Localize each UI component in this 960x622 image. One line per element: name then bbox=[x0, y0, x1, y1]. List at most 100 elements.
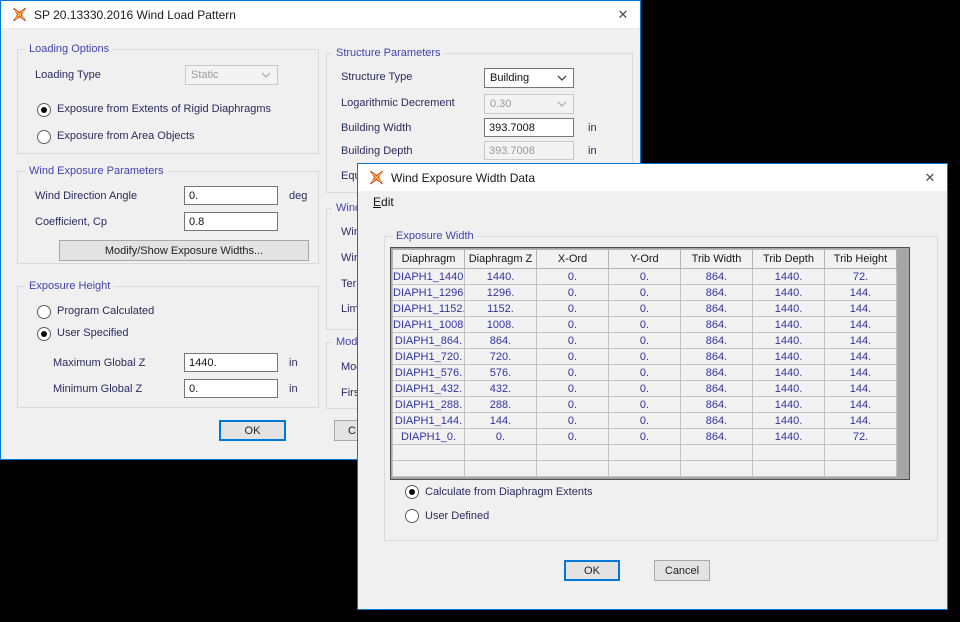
table-cell[interactable]: DIAPH1_432. bbox=[393, 381, 465, 397]
table-cell[interactable]: 1440. bbox=[753, 381, 825, 397]
radio-user-specified[interactable] bbox=[37, 327, 51, 341]
table-cell[interactable] bbox=[465, 461, 537, 477]
table-cell[interactable]: 144. bbox=[465, 413, 537, 429]
table-cell[interactable]: 0. bbox=[609, 317, 681, 333]
table-cell[interactable]: DIAPH1_1440. bbox=[393, 269, 465, 285]
table-cell[interactable]: 1440. bbox=[753, 285, 825, 301]
table-cell[interactable]: 0. bbox=[609, 413, 681, 429]
table-cell[interactable]: DIAPH1_864. bbox=[393, 333, 465, 349]
table-cell[interactable] bbox=[393, 461, 465, 477]
table-cell[interactable]: 288. bbox=[465, 397, 537, 413]
table-cell[interactable]: DIAPH1_0. bbox=[393, 429, 465, 445]
wind-direction-input[interactable] bbox=[184, 186, 278, 205]
table-cell[interactable]: 0. bbox=[465, 429, 537, 445]
table-cell[interactable]: DIAPH1_1296. bbox=[393, 285, 465, 301]
radio-user-defined-label[interactable]: User Defined bbox=[425, 509, 489, 523]
table-cell[interactable]: 0. bbox=[537, 381, 609, 397]
table-cell[interactable]: 144. bbox=[825, 365, 897, 381]
table-cell[interactable]: 144. bbox=[825, 381, 897, 397]
table-cell[interactable]: 1440. bbox=[753, 269, 825, 285]
table-cell[interactable]: 0. bbox=[537, 413, 609, 429]
table-cell[interactable]: 144. bbox=[825, 349, 897, 365]
max-global-z-input[interactable] bbox=[184, 353, 278, 372]
table-cell[interactable]: DIAPH1_144. bbox=[393, 413, 465, 429]
table-cell[interactable]: DIAPH1_288. bbox=[393, 397, 465, 413]
table-cell[interactable] bbox=[825, 461, 897, 477]
table-cell[interactable]: 864. bbox=[681, 317, 753, 333]
table-cell[interactable]: 576. bbox=[465, 365, 537, 381]
radio-user-specified-label[interactable]: User Specified bbox=[57, 326, 129, 340]
ok-button[interactable]: OK bbox=[564, 560, 620, 581]
table-cell[interactable]: 1440. bbox=[753, 333, 825, 349]
close-icon[interactable]: ✕ bbox=[606, 1, 640, 28]
table-cell[interactable]: 0. bbox=[537, 317, 609, 333]
table-cell[interactable]: 0. bbox=[537, 365, 609, 381]
table-cell[interactable]: 0. bbox=[537, 285, 609, 301]
table-cell[interactable]: 0. bbox=[537, 301, 609, 317]
table-cell[interactable]: 0. bbox=[537, 333, 609, 349]
table-cell[interactable]: 864. bbox=[681, 301, 753, 317]
table-cell[interactable]: 72. bbox=[825, 429, 897, 445]
table-cell[interactable]: 0. bbox=[537, 349, 609, 365]
table-cell[interactable] bbox=[825, 445, 897, 461]
table-cell[interactable] bbox=[753, 445, 825, 461]
close-icon[interactable]: ✕ bbox=[913, 164, 947, 191]
table-cell[interactable]: 0. bbox=[609, 285, 681, 301]
table-cell[interactable]: 0. bbox=[537, 429, 609, 445]
table-cell[interactable]: DIAPH1_720. bbox=[393, 349, 465, 365]
table-cell[interactable]: 720. bbox=[465, 349, 537, 365]
table-cell[interactable]: 0. bbox=[609, 365, 681, 381]
table-cell[interactable]: 1440. bbox=[465, 269, 537, 285]
table-cell[interactable]: 864. bbox=[681, 333, 753, 349]
table-cell[interactable]: 1440. bbox=[753, 365, 825, 381]
table-cell[interactable]: 1440. bbox=[753, 317, 825, 333]
table-cell[interactable]: 1008. bbox=[465, 317, 537, 333]
table-cell[interactable]: 0. bbox=[609, 349, 681, 365]
radio-program-calculated[interactable] bbox=[37, 305, 51, 319]
cancel-button[interactable]: Cancel bbox=[654, 560, 710, 581]
table-cell[interactable]: DIAPH1_1008. bbox=[393, 317, 465, 333]
table-cell[interactable]: 144. bbox=[825, 333, 897, 349]
table-cell[interactable]: 0. bbox=[537, 397, 609, 413]
table-cell[interactable]: 864. bbox=[681, 349, 753, 365]
table-cell[interactable] bbox=[465, 445, 537, 461]
table-cell[interactable]: 0. bbox=[609, 429, 681, 445]
table-cell[interactable]: DIAPH1_576. bbox=[393, 365, 465, 381]
radio-exposure-area-label[interactable]: Exposure from Area Objects bbox=[57, 129, 195, 143]
table-cell[interactable]: 864. bbox=[465, 333, 537, 349]
min-global-z-input[interactable] bbox=[184, 379, 278, 398]
radio-exposure-area[interactable] bbox=[37, 130, 51, 144]
table-cell[interactable]: 144. bbox=[825, 397, 897, 413]
table-cell[interactable]: 1440. bbox=[753, 397, 825, 413]
table-cell[interactable]: 144. bbox=[825, 317, 897, 333]
table-cell[interactable]: 1440. bbox=[753, 429, 825, 445]
table-cell[interactable]: 0. bbox=[609, 301, 681, 317]
table-cell[interactable] bbox=[681, 461, 753, 477]
table-cell[interactable]: 144. bbox=[825, 413, 897, 429]
table-cell[interactable]: 432. bbox=[465, 381, 537, 397]
table-cell[interactable]: 144. bbox=[825, 301, 897, 317]
table-cell[interactable]: 1296. bbox=[465, 285, 537, 301]
radio-user-defined[interactable] bbox=[405, 509, 419, 523]
table-cell[interactable] bbox=[681, 445, 753, 461]
table-cell[interactable]: 864. bbox=[681, 381, 753, 397]
table-cell[interactable] bbox=[609, 461, 681, 477]
table-cell[interactable]: 1440. bbox=[753, 301, 825, 317]
table-cell[interactable]: 1440. bbox=[753, 349, 825, 365]
table-cell[interactable] bbox=[609, 445, 681, 461]
table-cell[interactable]: 0. bbox=[609, 269, 681, 285]
radio-program-calculated-label[interactable]: Program Calculated bbox=[57, 304, 154, 318]
radio-exposure-rigid[interactable] bbox=[37, 103, 51, 117]
ok-button[interactable]: OK bbox=[219, 420, 286, 441]
table-cell[interactable]: 0. bbox=[609, 333, 681, 349]
radio-exposure-rigid-label[interactable]: Exposure from Extents of Rigid Diaphragm… bbox=[57, 102, 271, 116]
table-cell[interactable] bbox=[537, 461, 609, 477]
table-cell[interactable]: 864. bbox=[681, 269, 753, 285]
table-cell[interactable]: 1152. bbox=[465, 301, 537, 317]
table-cell[interactable]: 0. bbox=[609, 397, 681, 413]
titlebar[interactable]: SP 20.13330.2016 Wind Load Pattern ✕ bbox=[1, 1, 640, 29]
table-cell[interactable]: 1440. bbox=[753, 413, 825, 429]
radio-calculate-from-extents-label[interactable]: Calculate from Diaphragm Extents bbox=[425, 485, 593, 499]
table-cell[interactable]: 864. bbox=[681, 429, 753, 445]
modify-exposure-widths-button[interactable]: Modify/Show Exposure Widths... bbox=[59, 240, 309, 261]
